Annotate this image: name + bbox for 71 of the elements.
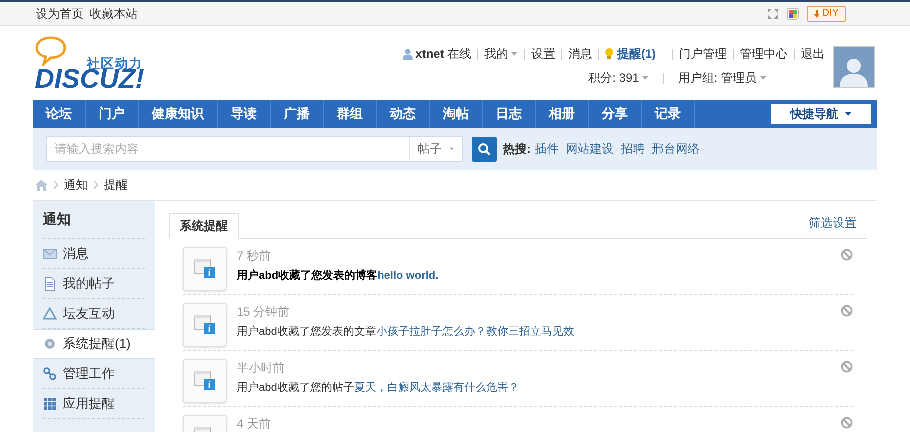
ignore-icon[interactable] <box>841 417 853 429</box>
notice-time: 15 分钟前 <box>237 304 291 321</box>
sidebar-item[interactable]: 我的帖子 <box>43 269 145 299</box>
search-icon <box>478 142 491 156</box>
window-info-icon <box>194 315 216 335</box>
lightbulb-icon <box>605 48 614 60</box>
envelope-icon <box>43 246 57 260</box>
search-button[interactable] <box>472 136 497 162</box>
sidebar-title: 通知 <box>43 201 145 239</box>
search-field[interactable]: 请输入搜索内容 帖子 <box>46 136 463 162</box>
sidebar-item[interactable]: 管理工作 <box>43 359 145 389</box>
filter-settings-link[interactable]: 筛选设置 <box>809 214 857 232</box>
caret-icon <box>760 76 767 80</box>
triangle-icon <box>43 306 57 320</box>
avatar[interactable] <box>833 46 875 88</box>
admin-link[interactable]: 退出 <box>801 45 825 63</box>
top-link[interactable]: 收藏本站 <box>90 4 138 22</box>
user-icon <box>402 48 413 60</box>
online-status: 在线 <box>447 46 472 63</box>
sidebar-item[interactable]: 系统提醒(1) <box>33 329 155 359</box>
sidebar-item[interactable]: 应用提醒 <box>43 389 145 419</box>
caret-icon <box>844 112 852 116</box>
download-arrow-icon <box>814 10 820 18</box>
notice-text: 用户abd收藏了您发表的博客hello world. <box>237 268 440 284</box>
search-scope-select[interactable]: 帖子 <box>409 137 462 161</box>
hot-search-link[interactable]: 网站建设 <box>566 140 614 158</box>
notice-time: 7 秒前 <box>237 248 272 265</box>
ignore-icon[interactable] <box>841 305 853 317</box>
quick-nav-button[interactable]: 快捷导航 <box>771 104 871 124</box>
speech-bubble-icon <box>35 36 67 66</box>
palette-icon[interactable] <box>787 8 800 20</box>
user-menu-link[interactable]: 消息 <box>568 45 592 63</box>
diy-button[interactable]: DIY <box>807 6 846 22</box>
user-menu-link[interactable]: 设置 <box>531 45 556 63</box>
home-icon[interactable] <box>35 180 48 190</box>
ignore-icon[interactable] <box>841 361 853 373</box>
hot-search-link[interactable]: 招聘 <box>621 140 645 158</box>
chevron-icon <box>54 181 58 189</box>
notice-link[interactable]: 小孩子拉肚子怎么办？教你三招立马见效 <box>376 326 574 338</box>
gear-icon <box>43 337 57 351</box>
hot-search-link[interactable]: 插件 <box>535 140 559 158</box>
tab[interactable]: 系统提醒 <box>169 213 239 239</box>
username-link[interactable]: xtnet <box>416 45 444 63</box>
admin-link[interactable]: 门户管理 <box>679 45 727 63</box>
chevron-icon <box>94 181 98 189</box>
reminder-link[interactable]: 提醒(1) <box>617 45 656 63</box>
window-info-icon <box>194 259 216 279</box>
sidebar-item[interactable]: 消息 <box>43 239 145 269</box>
notice-link[interactable]: hello world. <box>378 270 439 282</box>
notice-time: 半小时前 <box>237 360 286 377</box>
user-menu-link[interactable]: 我的 <box>484 45 518 63</box>
fullscreen-icon[interactable] <box>767 8 780 20</box>
chain-icon <box>43 366 57 380</box>
breadcrumb-link[interactable]: 通知 <box>64 176 88 194</box>
notice-text: 用户abd收藏了您发表的文章小孩子拉肚子怎么办？教你三招立马见效 <box>237 324 576 340</box>
caret-icon <box>450 147 454 151</box>
top-link[interactable]: 设为首页 <box>36 4 84 22</box>
user-group-link[interactable]: 用户组: 管理员 <box>678 69 767 87</box>
hot-search-link[interactable]: 邢台网络 <box>652 140 700 158</box>
breadcrumb-link[interactable]: 提醒 <box>104 176 128 194</box>
grid-icon <box>43 396 57 410</box>
window-info-icon <box>194 371 216 391</box>
notice-time: 4 天前 <box>237 416 272 432</box>
ignore-icon[interactable] <box>841 249 853 261</box>
notice-link[interactable]: 夏天，白癜风太暴露有什么危害？ <box>354 382 520 394</box>
caret-icon <box>642 76 650 80</box>
document-icon <box>43 276 57 290</box>
notice-text: 用户abd收藏了您的帖子夏天，白癜风太暴露有什么危害？ <box>237 380 520 396</box>
points-link[interactable]: 积分: 391 <box>588 69 650 87</box>
hot-search-label: 热搜: <box>503 141 531 158</box>
admin-link[interactable]: 管理中心 <box>740 45 788 63</box>
